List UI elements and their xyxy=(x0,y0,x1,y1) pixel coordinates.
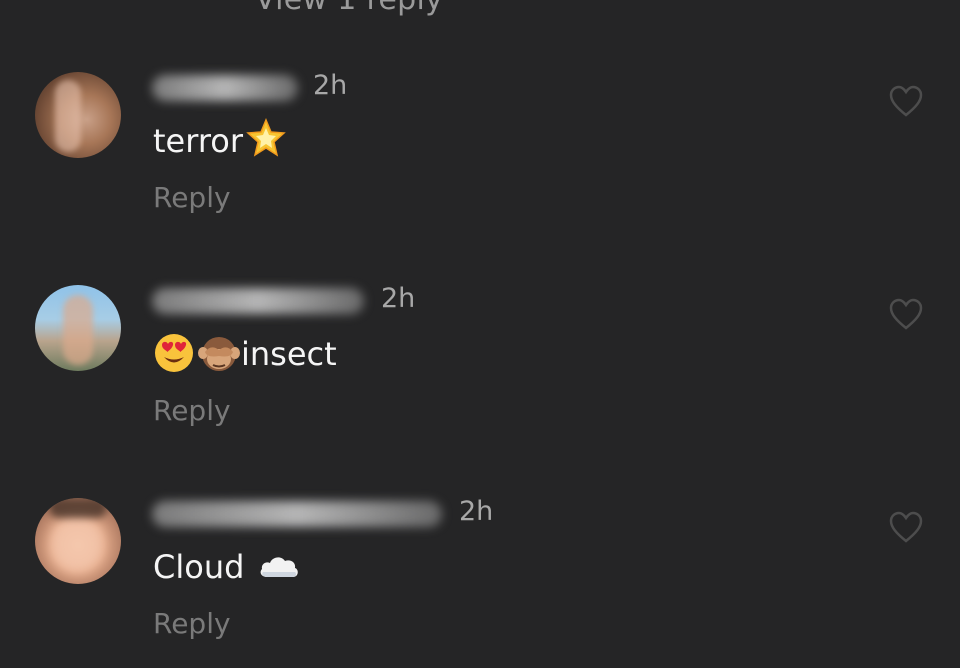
comment-item: 2h insect Reply xyxy=(0,283,960,485)
reply-button[interactable]: Reply xyxy=(153,394,231,427)
comment-text: terror xyxy=(153,118,288,160)
comment-text: Cloud xyxy=(153,548,301,586)
username-blurred[interactable] xyxy=(152,288,364,314)
username-blurred[interactable] xyxy=(152,75,298,101)
comment-item: 2h Cloud Reply xyxy=(0,496,960,668)
comments-screen: View 1 reply 2h terror Reply 2h xyxy=(0,0,960,668)
heart-icon[interactable] xyxy=(888,84,924,118)
comment-text-content: terror xyxy=(153,122,244,160)
reply-button[interactable]: Reply xyxy=(153,181,231,214)
heart-icon[interactable] xyxy=(888,510,924,544)
comment-text: insect xyxy=(153,334,337,374)
avatar[interactable] xyxy=(35,498,121,584)
comment-text-content: Cloud xyxy=(153,548,245,586)
heart-icon[interactable] xyxy=(888,297,924,331)
reply-button[interactable]: Reply xyxy=(153,607,231,640)
see-no-evil-monkey-emoji-icon xyxy=(198,337,240,371)
username-blurred[interactable] xyxy=(152,501,442,527)
star-emoji-icon xyxy=(246,118,286,157)
avatar[interactable] xyxy=(35,72,121,158)
heart-eyes-emoji-icon xyxy=(155,334,193,372)
comment-time: 2h xyxy=(313,70,348,101)
avatar[interactable] xyxy=(35,285,121,371)
view-replies-link[interactable]: View 1 reply xyxy=(255,0,443,17)
comment-time: 2h xyxy=(381,283,416,314)
comment-time: 2h xyxy=(459,496,494,527)
comment-text-content: insect xyxy=(241,335,337,373)
cloud-emoji-icon xyxy=(260,557,298,577)
comment-item: 2h terror Reply xyxy=(0,70,960,272)
avatar-hair xyxy=(49,498,107,518)
